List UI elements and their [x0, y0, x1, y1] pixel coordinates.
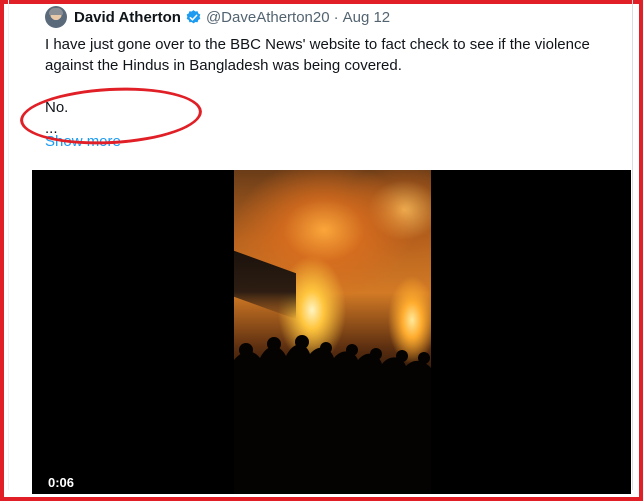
- tweet-header: David Atherton @DaveAtherton20 · Aug 12: [74, 6, 390, 28]
- tweet-text-line: I have just gone over to the BBC News' w…: [45, 36, 590, 74]
- tweet-date[interactable]: Aug 12: [343, 9, 391, 26]
- avatar-hair: [49, 8, 63, 15]
- verified-badge-icon: [186, 9, 201, 23]
- avatar[interactable]: [45, 6, 67, 28]
- video-timestamp: 0:06: [48, 475, 75, 490]
- roof-silhouette: [234, 250, 296, 320]
- crowd-silhouette: [234, 335, 431, 494]
- user-handle[interactable]: @DaveAtherton20: [206, 9, 330, 26]
- separator-dot: ·: [333, 8, 339, 26]
- video-player[interactable]: [32, 170, 631, 494]
- video-frame-fire: [234, 170, 431, 494]
- display-name[interactable]: David Atherton: [74, 9, 181, 26]
